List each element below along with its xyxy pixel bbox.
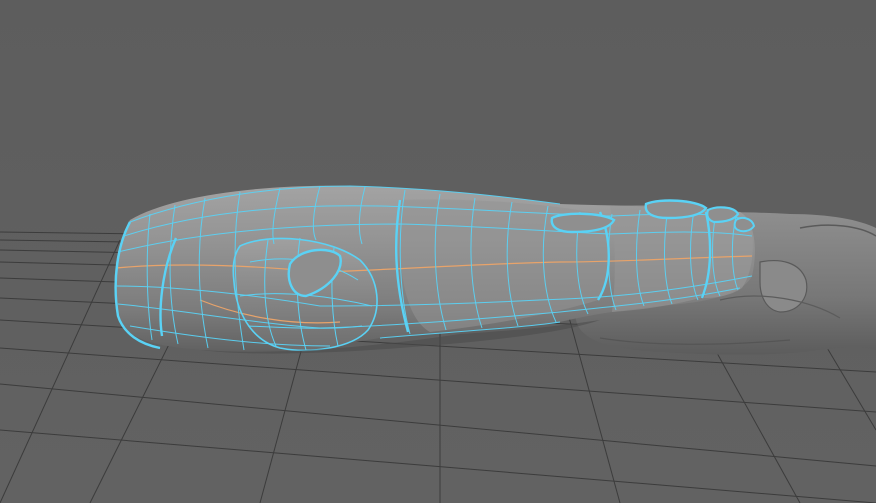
middle-nail <box>644 199 708 220</box>
middle-finger <box>610 205 715 312</box>
3d-viewport[interactable] <box>0 0 876 503</box>
viewport-canvas[interactable] <box>0 0 876 503</box>
pinky-nail <box>733 217 756 233</box>
